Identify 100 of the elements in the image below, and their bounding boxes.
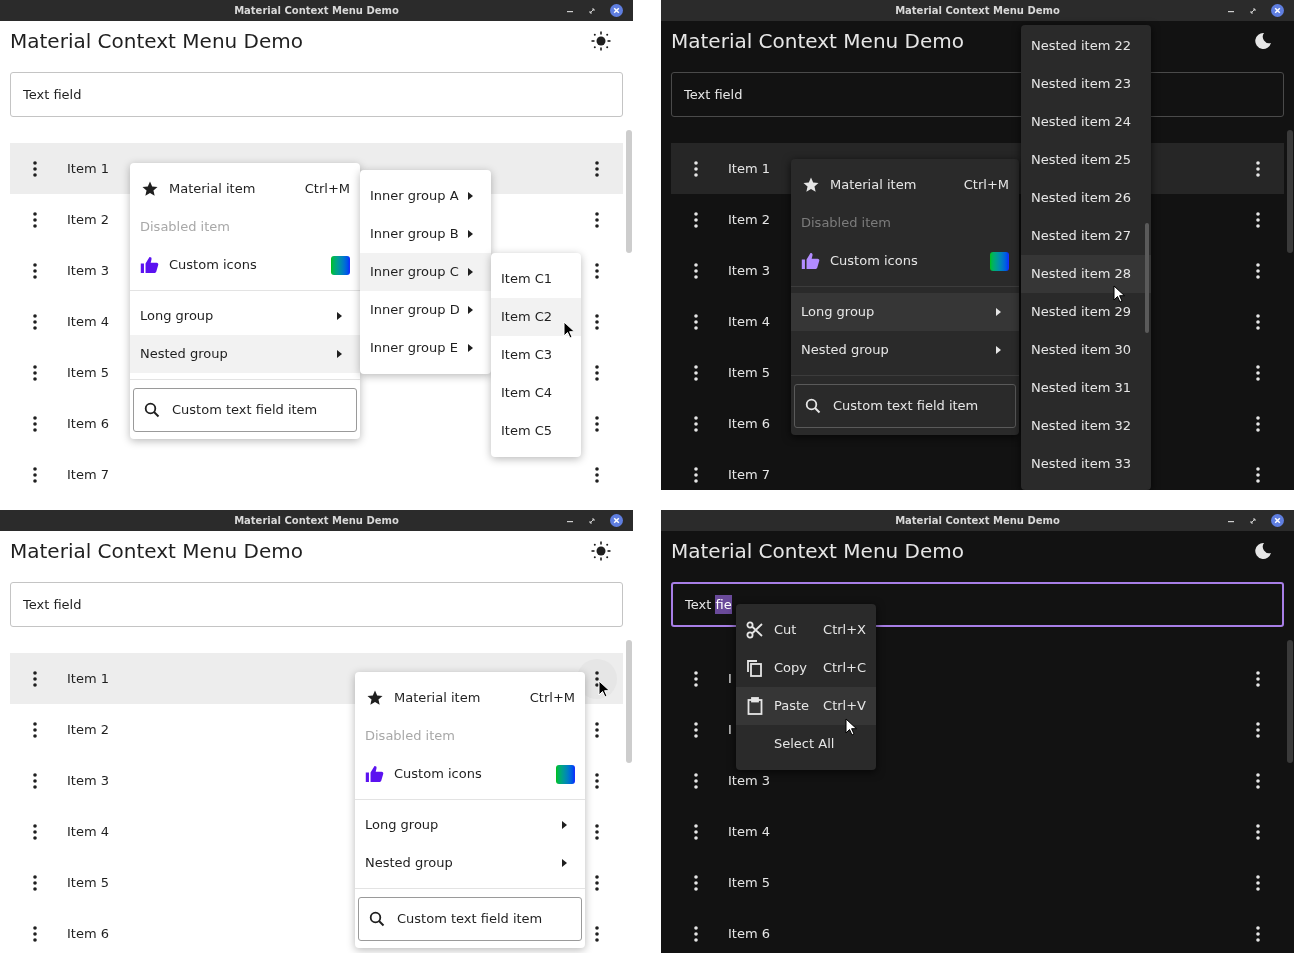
more-icon <box>694 925 698 942</box>
item-label: Item 4 <box>728 822 770 841</box>
more-icon <box>694 211 698 228</box>
app-title: Material Context Menu Demo <box>10 538 303 565</box>
moon-icon[interactable] <box>1254 32 1272 50</box>
more-icon <box>694 415 698 432</box>
window-title: Material Context Menu Demo <box>895 514 1060 528</box>
close-icon[interactable] <box>1271 514 1284 527</box>
app-title: Material Context Menu Demo <box>671 28 964 55</box>
menu-item[interactable]: Material item Ctrl+M <box>791 166 1019 204</box>
restore-icon[interactable] <box>1249 6 1257 15</box>
more-icon <box>33 313 37 330</box>
more-icon <box>694 466 698 483</box>
menu-item[interactable]: Nested item 27 <box>1021 217 1151 255</box>
scrollbar[interactable] <box>626 130 632 253</box>
more-icon <box>595 925 599 942</box>
menu-item[interactable]: Nested item 30 <box>1021 331 1151 369</box>
search-field[interactable]: Custom text field item <box>358 897 582 941</box>
caret-icon <box>468 230 473 238</box>
more-icon <box>1256 262 1260 279</box>
caret-icon <box>468 306 473 314</box>
menu-item[interactable]: Long group <box>130 297 360 335</box>
menu-item[interactable]: Nested group <box>355 844 585 882</box>
menu-item[interactable]: Long group <box>791 293 1019 331</box>
more-icon <box>595 823 599 840</box>
menu-item[interactable]: Custom icons <box>355 755 585 793</box>
more-icon <box>33 925 37 942</box>
pointer-icon <box>563 321 576 339</box>
restore-icon[interactable] <box>588 516 596 525</box>
item-label: Item 5 <box>67 873 109 892</box>
menu-item[interactable]: Nested item 32 <box>1021 407 1151 445</box>
caret-icon <box>562 821 567 829</box>
menu-item[interactable]: Nested item 28 <box>1021 255 1151 293</box>
close-icon[interactable] <box>610 514 623 527</box>
clipboard-icon <box>746 697 764 715</box>
menu-item[interactable]: Nested item 22 <box>1021 27 1151 65</box>
star-icon <box>802 176 820 194</box>
menu-item[interactable]: Item C5 <box>491 412 581 450</box>
scissors-icon <box>746 621 764 639</box>
item-label: Item 4 <box>67 312 109 331</box>
menu-item[interactable]: Material item Ctrl+M <box>355 679 585 717</box>
restore-icon[interactable] <box>588 6 596 15</box>
more-icon <box>33 823 37 840</box>
search-field[interactable]: Custom text field item <box>133 388 357 432</box>
more-icon <box>33 721 37 738</box>
menu-item[interactable]: Inner group E <box>360 329 491 367</box>
text-field[interactable]: Text field <box>10 582 623 627</box>
menu-item[interactable]: Nested item 33 <box>1021 445 1151 483</box>
gradient-swatch <box>556 764 575 784</box>
item-label: I <box>728 669 732 688</box>
menu-item[interactable]: Inner group C <box>360 253 491 291</box>
menu-item[interactable]: Item C3 <box>491 336 581 374</box>
more-icon <box>33 364 37 381</box>
scrollbar[interactable] <box>1145 223 1149 333</box>
search-field[interactable]: Custom text field item <box>794 384 1016 428</box>
menu-item[interactable]: Material item Ctrl+M <box>130 170 360 208</box>
window-title: Material Context Menu Demo <box>234 514 399 528</box>
item-label: Item 6 <box>67 414 109 433</box>
item-label: Item 6 <box>728 414 770 433</box>
menu-item[interactable]: Copy Ctrl+C <box>736 649 876 687</box>
moon-icon[interactable] <box>1254 542 1272 560</box>
more-icon <box>1256 721 1260 738</box>
more-icon <box>1256 772 1260 789</box>
sun-icon[interactable] <box>591 541 611 561</box>
menu-item[interactable]: Inner group B <box>360 215 491 253</box>
more-icon <box>595 466 599 483</box>
menu-item[interactable]: Nested item 31 <box>1021 369 1151 407</box>
more-icon <box>1256 211 1260 228</box>
menu-item[interactable]: Item C2 <box>491 298 581 336</box>
menu-item[interactable]: Nested item 25 <box>1021 141 1151 179</box>
more-icon <box>595 721 599 738</box>
menu-item[interactable]: Nested group <box>791 331 1019 369</box>
close-icon[interactable] <box>1271 4 1284 17</box>
menu-item[interactable]: Paste Ctrl+V <box>736 687 876 725</box>
more-icon <box>694 262 698 279</box>
menu-item[interactable]: Inner group A <box>360 177 491 215</box>
menu-item[interactable]: Inner group D <box>360 291 491 329</box>
more-icon <box>1256 160 1260 177</box>
caret-icon <box>337 350 342 358</box>
menu-item[interactable]: Nested item 26 <box>1021 179 1151 217</box>
close-icon[interactable] <box>610 4 623 17</box>
scrollbar[interactable] <box>1287 640 1293 763</box>
more-icon <box>33 415 37 432</box>
search-icon <box>144 402 160 418</box>
scrollbar[interactable] <box>1287 130 1293 253</box>
menu-item[interactable]: Custom icons <box>130 246 360 284</box>
window-title: Material Context Menu Demo <box>234 4 399 18</box>
more-icon <box>694 772 698 789</box>
menu-item[interactable]: Item C1 <box>491 260 581 298</box>
menu-item[interactable]: Custom icons <box>791 242 1019 280</box>
menu-item[interactable]: Item C4 <box>491 374 581 412</box>
menu-item[interactable]: Long group <box>355 806 585 844</box>
menu-item[interactable]: Nested item 29 <box>1021 293 1151 331</box>
text-field[interactable]: Text field <box>10 72 623 117</box>
menu-item[interactable]: Select All <box>736 725 876 763</box>
thumbs-up-icon <box>140 256 159 274</box>
menu-item[interactable]: Nested group <box>130 335 360 373</box>
restore-icon[interactable] <box>1249 516 1257 525</box>
sun-icon[interactable] <box>591 31 611 51</box>
scrollbar[interactable] <box>626 640 632 763</box>
